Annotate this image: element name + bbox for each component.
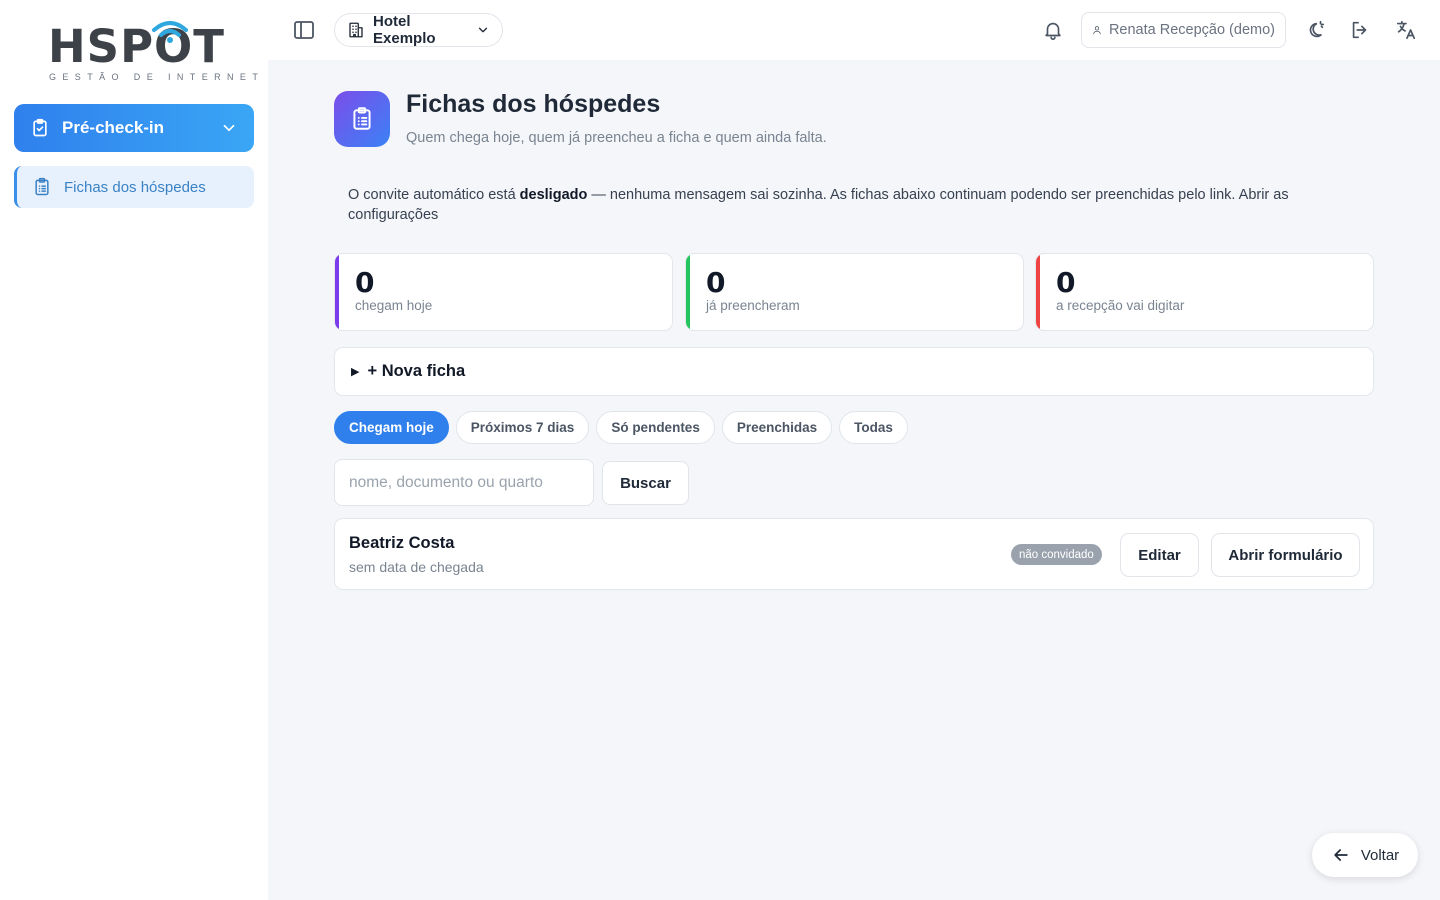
back-label: Voltar xyxy=(1360,846,1400,864)
stat-accent-bar xyxy=(686,254,690,330)
chevron-down-icon xyxy=(478,27,488,33)
stat-label: já preencheram xyxy=(706,298,800,313)
filter-filled[interactable]: Preenchidas xyxy=(721,411,833,444)
stat-filled: 0 já preencheram xyxy=(685,253,1024,331)
building-icon xyxy=(349,22,363,38)
open-form-button[interactable]: Abrir formulário xyxy=(1211,533,1360,577)
stat-arriving-today: 0 chegam hoje xyxy=(334,253,673,331)
invite-notice: O convite automático está desligado — ne… xyxy=(348,185,1308,225)
sidebar-toggle-icon[interactable] xyxy=(292,18,316,42)
filter-chips: Chegam hoje Próximos 7 dias Só pendentes… xyxy=(334,411,908,444)
stat-reception-typing: 0 a recepção vai digitar xyxy=(1035,253,1374,331)
guest-arrival: sem data de chegada xyxy=(349,559,484,575)
logout-icon[interactable] xyxy=(1349,19,1371,41)
filter-all[interactable]: Todas xyxy=(839,411,908,444)
theme-toggle-icon[interactable] xyxy=(1304,19,1326,41)
edit-button[interactable]: Editar xyxy=(1120,533,1199,577)
search-button[interactable]: Buscar xyxy=(602,461,689,505)
logo-wordmark: HSPOT xyxy=(48,20,226,73)
chevron-down-icon xyxy=(223,124,235,132)
filter-pending-only[interactable]: Só pendentes xyxy=(596,411,715,444)
topbar: Hotel Exemplo Renata Recepção (demo) xyxy=(268,0,1440,60)
page-icon xyxy=(334,91,390,147)
sidebar: HSPOT GESTÃO DE INTERNET Pré-check-in Fi… xyxy=(0,0,268,900)
stat-label: chegam hoje xyxy=(355,298,433,313)
hspot-logo[interactable]: HSPOT GESTÃO DE INTERNET xyxy=(48,20,258,86)
stat-value: 0 xyxy=(706,266,726,299)
guest-name: Beatriz Costa xyxy=(349,534,455,552)
status-badge: não convidado xyxy=(1011,544,1102,565)
language-icon[interactable] xyxy=(1395,19,1417,41)
bell-icon[interactable] xyxy=(1042,19,1064,41)
logo-tagline: GESTÃO DE INTERNET xyxy=(49,72,265,82)
notice-status: desligado xyxy=(519,187,588,203)
notice-prefix: O convite automático está xyxy=(348,187,520,203)
nav-group-pre-check-in[interactable]: Pré-check-in xyxy=(14,104,254,152)
clipboard-list-icon xyxy=(353,107,371,130)
back-button[interactable]: Voltar xyxy=(1312,833,1418,877)
user-icon xyxy=(1093,26,1101,35)
page-subtitle: Quem chega hoje, quem já preencheu a fic… xyxy=(406,130,827,146)
nav-group-label: Pré-check-in xyxy=(62,118,165,137)
new-form-toggle[interactable]: ▶ + Nova ficha xyxy=(334,347,1374,396)
filter-next-7-days[interactable]: Próximos 7 dias xyxy=(455,411,590,444)
wifi-icon xyxy=(152,21,188,43)
sidebar-item-label: Fichas dos hóspedes xyxy=(64,178,206,196)
new-form-label: + Nova ficha xyxy=(367,362,466,380)
stat-label: a recepção vai digitar xyxy=(1056,298,1185,313)
arrow-left-icon xyxy=(1334,849,1348,861)
caret-right-icon: ▶ xyxy=(351,366,360,378)
stat-accent-bar xyxy=(335,254,339,330)
page-title: Fichas dos hóspedes xyxy=(406,90,661,118)
clipboard-list-icon xyxy=(35,177,49,196)
user-name: Renata Recepção (demo) xyxy=(1108,22,1275,38)
sidebar-item-fichas[interactable]: Fichas dos hóspedes xyxy=(14,166,254,208)
clipboard-check-icon xyxy=(33,118,47,137)
hotel-name: Hotel Exemplo xyxy=(373,13,436,47)
filter-arriving-today[interactable]: Chegam hoje xyxy=(334,411,449,444)
stat-accent-bar xyxy=(1036,254,1040,330)
stat-value: 0 xyxy=(355,266,375,299)
hotel-selector[interactable]: Hotel Exemplo xyxy=(334,13,503,47)
search-input[interactable] xyxy=(334,459,594,506)
guest-row: Beatriz Costa sem data de chegada não co… xyxy=(334,518,1374,590)
stat-value: 0 xyxy=(1056,266,1076,299)
user-menu[interactable]: Renata Recepção (demo) xyxy=(1081,12,1286,48)
